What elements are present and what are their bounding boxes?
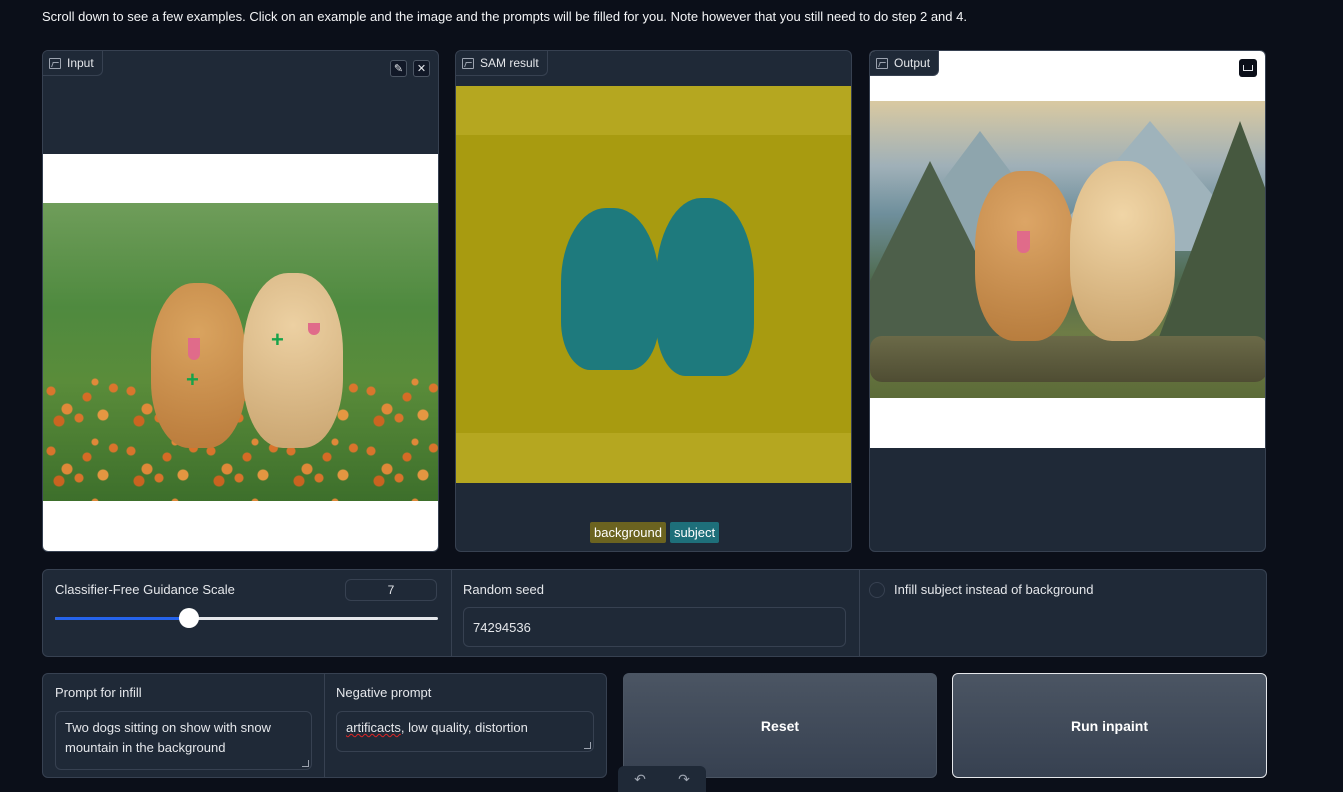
input-image[interactable]: + +: [43, 154, 438, 551]
guidance-control: Classifier-Free Guidance Scale 7: [43, 570, 451, 656]
negative-text: , low quality, distortion: [400, 720, 528, 735]
history-toolbar: ↶ ↷: [618, 766, 706, 792]
input-image-panel[interactable]: Input ✎ ✕ + +: [42, 50, 439, 552]
point-marker-icon[interactable]: +: [271, 329, 284, 351]
prompt-text: Two dogs sitting on show with snow mount…: [65, 720, 271, 755]
negative-prompt-label: Negative prompt: [336, 685, 432, 700]
input-label: Input: [43, 51, 103, 76]
image-icon: [49, 57, 61, 69]
input-label-text: Input: [67, 56, 94, 70]
prompt-textarea[interactable]: Two dogs sitting on show with snow mount…: [55, 711, 312, 770]
output-image-panel: Output: [869, 50, 1266, 552]
resize-handle-icon[interactable]: [302, 760, 309, 767]
sam-legend: background subject: [590, 522, 720, 543]
output-label: Output: [870, 51, 940, 76]
prompt-group: Prompt for infill Two dogs sitting on sh…: [42, 673, 607, 778]
download-icon[interactable]: [1239, 59, 1257, 77]
negative-misspelled-word: artificacts: [346, 720, 401, 735]
resize-handle-icon[interactable]: [584, 742, 591, 749]
run-inpaint-button[interactable]: Run inpaint: [952, 673, 1267, 778]
legend-background: background: [590, 522, 666, 543]
sam-label-text: SAM result: [480, 56, 539, 70]
sam-mask-image: [456, 86, 851, 483]
guidance-number-input[interactable]: 7: [345, 579, 437, 601]
infill-toggle-control[interactable]: Infill subject instead of background: [859, 570, 1267, 656]
negative-prompt-textarea[interactable]: artificacts, low quality, distortion: [336, 711, 594, 752]
reset-button[interactable]: Reset: [623, 673, 937, 778]
guidance-label: Classifier-Free Guidance Scale: [55, 582, 235, 597]
output-image: [870, 51, 1265, 448]
infill-label: Infill subject instead of background: [894, 582, 1094, 597]
legend-subject: subject: [669, 522, 720, 543]
point-marker-icon[interactable]: +: [186, 369, 199, 391]
close-icon[interactable]: ✕: [413, 60, 430, 77]
edit-icon[interactable]: ✎: [390, 60, 407, 77]
image-icon: [876, 57, 888, 69]
seed-label: Random seed: [463, 582, 544, 597]
seed-control: Random seed 74294536: [451, 570, 859, 656]
sam-result-panel: SAM result background subject: [455, 50, 852, 552]
output-label-text: Output: [894, 56, 931, 70]
guidance-slider[interactable]: [55, 608, 438, 628]
sam-label: SAM result: [456, 51, 548, 76]
image-icon: [462, 57, 474, 69]
infill-checkbox[interactable]: [869, 582, 885, 598]
undo-icon[interactable]: ↶: [634, 771, 646, 788]
controls-row: Classifier-Free Guidance Scale 7 Random …: [42, 569, 1267, 657]
redo-icon[interactable]: ↷: [678, 771, 690, 788]
instructions-text: Scroll down to see a few examples. Click…: [42, 9, 967, 24]
prompt-label: Prompt for infill: [55, 685, 142, 700]
seed-input[interactable]: 74294536: [463, 607, 846, 647]
slider-thumb[interactable]: [179, 608, 200, 628]
